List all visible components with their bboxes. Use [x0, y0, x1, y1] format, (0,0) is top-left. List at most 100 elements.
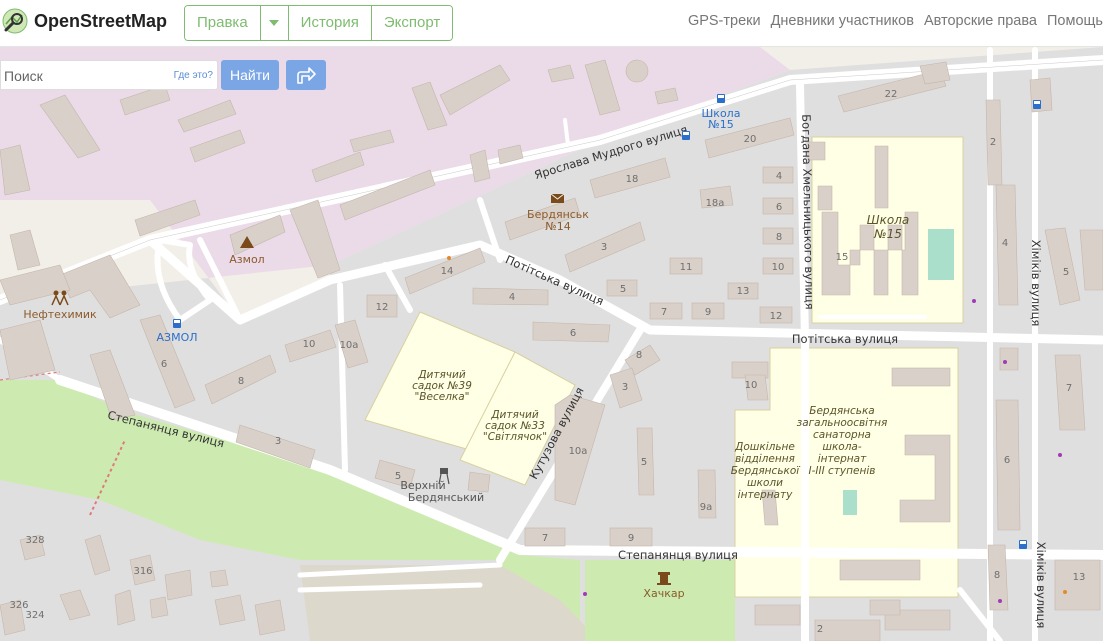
house-number: 10a [569, 446, 588, 457]
house-number: 4 [509, 292, 515, 303]
pitch [928, 229, 954, 280]
area-label: санаторна [813, 429, 871, 441]
search-placeholder: Поиск [4, 68, 43, 84]
house-number: 5 [641, 457, 647, 468]
house-number: 5 [620, 284, 626, 295]
area-label: Бердянської [731, 465, 801, 477]
top-header: OpenStreetMap Правка История Экспорт GPS… [0, 0, 1103, 47]
bus-stop-icon[interactable] [682, 131, 690, 140]
directions-icon [297, 67, 316, 84]
poi-label: №14 [545, 220, 570, 233]
edit-button-group: Правка История Экспорт [184, 5, 454, 41]
house-number: 13 [1073, 572, 1086, 583]
logo[interactable]: OpenStreetMap [2, 8, 167, 34]
export-button[interactable]: Экспорт [371, 6, 453, 40]
house-number: 7 [661, 307, 667, 318]
caret-down-icon [269, 20, 280, 26]
street-label: Потітська вулиця [792, 332, 898, 346]
house-number: 18 [626, 174, 639, 185]
post-office-icon[interactable] [550, 193, 565, 203]
house-number: 14 [441, 266, 454, 277]
house-number: 5 [1063, 267, 1069, 278]
bus-stop-icon[interactable] [1033, 100, 1041, 109]
house-number: 10 [772, 262, 785, 273]
area-label: І-ІІІ ступенів [809, 465, 876, 477]
gps-traces-link[interactable]: GPS-треки [688, 13, 761, 29]
poi-label: №15 [708, 118, 733, 131]
where-is-this-link[interactable]: Где это? [174, 70, 213, 81]
street-label: Хіміків вулиця [1034, 542, 1048, 629]
area-label: Дошкільне [734, 441, 795, 453]
osm-logo-icon [2, 8, 28, 34]
bus-stop-icon[interactable] [173, 319, 181, 328]
area-label: школа- [822, 441, 862, 453]
house-number: 6 [776, 202, 782, 213]
house-number: 7 [542, 533, 548, 544]
history-button[interactable]: История [288, 6, 372, 40]
house-number: 22 [885, 89, 898, 100]
poi-label: Азмол [229, 253, 264, 266]
house-number: 3 [601, 242, 607, 253]
house-number: 9a [700, 502, 713, 513]
area-label: Бердянська [809, 405, 875, 417]
house-number: 20 [744, 134, 757, 145]
top-nav-links: GPS-треки Дневники участников Авторские … [688, 13, 1103, 29]
edit-button[interactable]: Правка [185, 6, 261, 40]
help-link[interactable]: Помощь [1047, 13, 1103, 29]
house-number: 9 [628, 533, 634, 544]
edit-dropdown-button[interactable] [260, 6, 289, 40]
house-number: 2 [990, 137, 996, 148]
house-number: 10 [745, 380, 758, 391]
area-label: Школа [867, 213, 909, 227]
map-canvas[interactable]: 22 20 18 18a 4 6 8 10 11 12 13 3 5 7 9 2… [0, 0, 1103, 641]
house-number: 12 [770, 311, 783, 322]
house-number: 10a [340, 340, 359, 351]
house-number: 328 [25, 535, 44, 546]
user-diaries-link[interactable]: Дневники участников [771, 13, 914, 29]
house-number: 324 [25, 610, 44, 621]
poi-label: АЗМОЛ [157, 331, 198, 344]
house-number: 8 [636, 350, 642, 361]
area-label: школи [747, 477, 783, 489]
house-number: 12 [376, 302, 389, 313]
street-label: Хіміків вулиця [1029, 240, 1043, 327]
house-number: 18a [706, 198, 725, 209]
house-number: 6 [1004, 455, 1010, 466]
bus-stop-icon[interactable] [1019, 540, 1027, 549]
house-number: 6 [570, 328, 576, 339]
house-number: 8 [776, 232, 782, 243]
poi-dot [1058, 453, 1062, 457]
street-label: Степанянця вулиця [618, 548, 738, 562]
poi-dot [998, 599, 1002, 603]
directions-button[interactable] [286, 60, 326, 90]
poi-dot [447, 256, 451, 260]
poi-label: Бердянський [408, 491, 484, 504]
pitch [843, 490, 857, 515]
house-number: 2 [817, 624, 823, 635]
copyright-link[interactable]: Авторские права [924, 13, 1037, 29]
house-number: 4 [776, 171, 782, 182]
house-number: 3 [622, 382, 628, 393]
house-number: 15 [836, 252, 849, 263]
area-label: відділення [735, 453, 795, 465]
map-svg[interactable]: 22 20 18 18a 4 6 8 10 11 12 13 3 5 7 9 2… [0, 0, 1103, 641]
bus-stop-icon[interactable] [717, 94, 725, 103]
poi-dot [583, 592, 587, 596]
house-number: 7 [1066, 383, 1072, 394]
house-number: 11 [680, 262, 693, 273]
house-number: 4 [1002, 238, 1008, 249]
search-submit-button[interactable]: Найти [221, 60, 279, 90]
house-number: 9 [705, 307, 711, 318]
area-label: "Веселка" [414, 391, 469, 403]
poi-dot [972, 299, 976, 303]
poi-dot [1063, 590, 1067, 594]
area-label: №15 [873, 227, 902, 241]
house-number: 10 [303, 339, 316, 350]
search-input[interactable]: Поиск Где это? [0, 60, 218, 90]
house-number: 3 [275, 436, 281, 447]
poi-dot [1003, 360, 1007, 364]
house-number: 8 [238, 376, 244, 387]
house-number: 316 [133, 566, 152, 577]
area-label: інтернат [818, 453, 867, 465]
house-number: 13 [737, 286, 750, 297]
